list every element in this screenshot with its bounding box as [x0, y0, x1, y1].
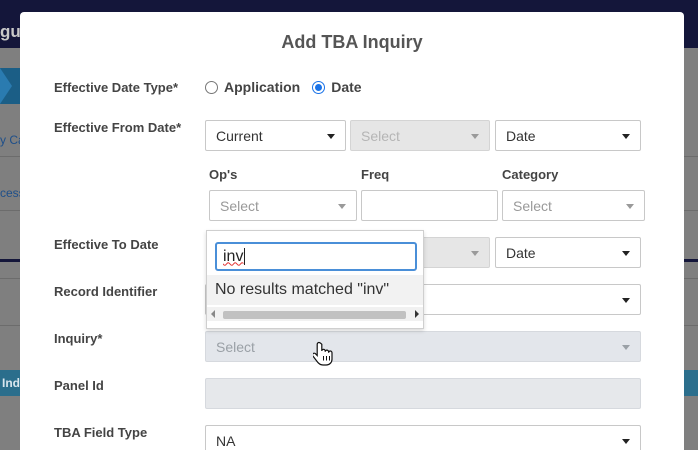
freq-input[interactable]: [361, 190, 498, 221]
caret-down-icon: [471, 251, 479, 256]
freq-label: Freq: [361, 167, 390, 182]
caret-down-icon: [622, 439, 630, 444]
caret-down-icon: [471, 134, 479, 139]
caret-down-icon: [622, 134, 630, 139]
background-teal-bar-right: [684, 370, 698, 396]
select-placeholder: Select: [216, 338, 255, 355]
modal-title: Add TBA Inquiry: [281, 32, 423, 52]
effective-from-date-unit-select[interactable]: Date: [495, 120, 641, 151]
caret-down-icon: [622, 251, 630, 256]
caret-down-icon: [327, 134, 335, 139]
add-tba-inquiry-modal: Add TBA Inquiry Effective Date Type* App…: [20, 12, 684, 450]
background-logo-text: gu: [0, 22, 21, 41]
panel-id-label: Panel Id: [54, 378, 104, 393]
dropdown-search-input[interactable]: inv: [215, 242, 417, 271]
select-value: NA: [216, 432, 236, 449]
inquiry-label: Inquiry*: [54, 331, 103, 346]
record-identifier-label: Record Identifier: [54, 284, 158, 299]
effective-from-date-label: Effective From Date*: [54, 120, 182, 135]
dropdown-search-text: inv: [223, 247, 244, 265]
effective-from-date-value-select: Select: [350, 120, 490, 151]
radio-application-label[interactable]: Application: [224, 79, 300, 95]
tba-field-type-label: TBA Field Type: [54, 425, 148, 440]
background-breadcrumb-arrow: [0, 68, 12, 104]
effective-to-date-unit-select[interactable]: Date: [495, 237, 641, 268]
caret-down-icon: [622, 345, 630, 350]
select-placeholder: Select: [220, 197, 259, 214]
panel-id-input: [205, 378, 641, 409]
scroll-left-arrow-icon[interactable]: [211, 310, 215, 318]
text-cursor: [244, 248, 246, 265]
inquiry-select[interactable]: Select: [205, 331, 641, 362]
effective-date-type-radio-group: Application Date: [205, 79, 374, 95]
caret-down-icon: [338, 204, 346, 209]
scrollbar-thumb[interactable]: [223, 311, 406, 319]
tba-field-type-select[interactable]: NA: [205, 425, 641, 450]
select-value: Date: [506, 244, 536, 261]
effective-date-type-label: Effective Date Type*: [54, 80, 179, 95]
dropdown-no-results-message: No results matched "inv": [207, 275, 423, 305]
effective-to-date-label: Effective To Date: [54, 237, 159, 252]
ops-select[interactable]: Select: [209, 190, 357, 221]
select-placeholder: Select: [361, 127, 400, 144]
hand-pointer-icon: [313, 341, 333, 366]
scroll-right-arrow-icon[interactable]: [415, 310, 419, 318]
radio-application[interactable]: [205, 80, 218, 94]
ops-label: Op's: [209, 167, 238, 182]
dropdown-horizontal-scrollbar[interactable]: [207, 307, 423, 321]
effective-to-date-dropdown-popup: inv No results matched "inv": [206, 230, 424, 329]
select-placeholder: Select: [513, 197, 552, 214]
category-select[interactable]: Select: [502, 190, 645, 221]
background-ind-text: Ind: [2, 376, 20, 390]
radio-date[interactable]: [312, 80, 326, 94]
select-value: Current: [216, 127, 263, 144]
radio-date-label[interactable]: Date: [331, 79, 361, 95]
caret-down-icon: [622, 298, 630, 303]
category-label: Category: [502, 167, 559, 182]
caret-down-icon: [626, 204, 634, 209]
select-value: Date: [506, 127, 536, 144]
effective-from-date-mode-select[interactable]: Current: [205, 120, 346, 151]
